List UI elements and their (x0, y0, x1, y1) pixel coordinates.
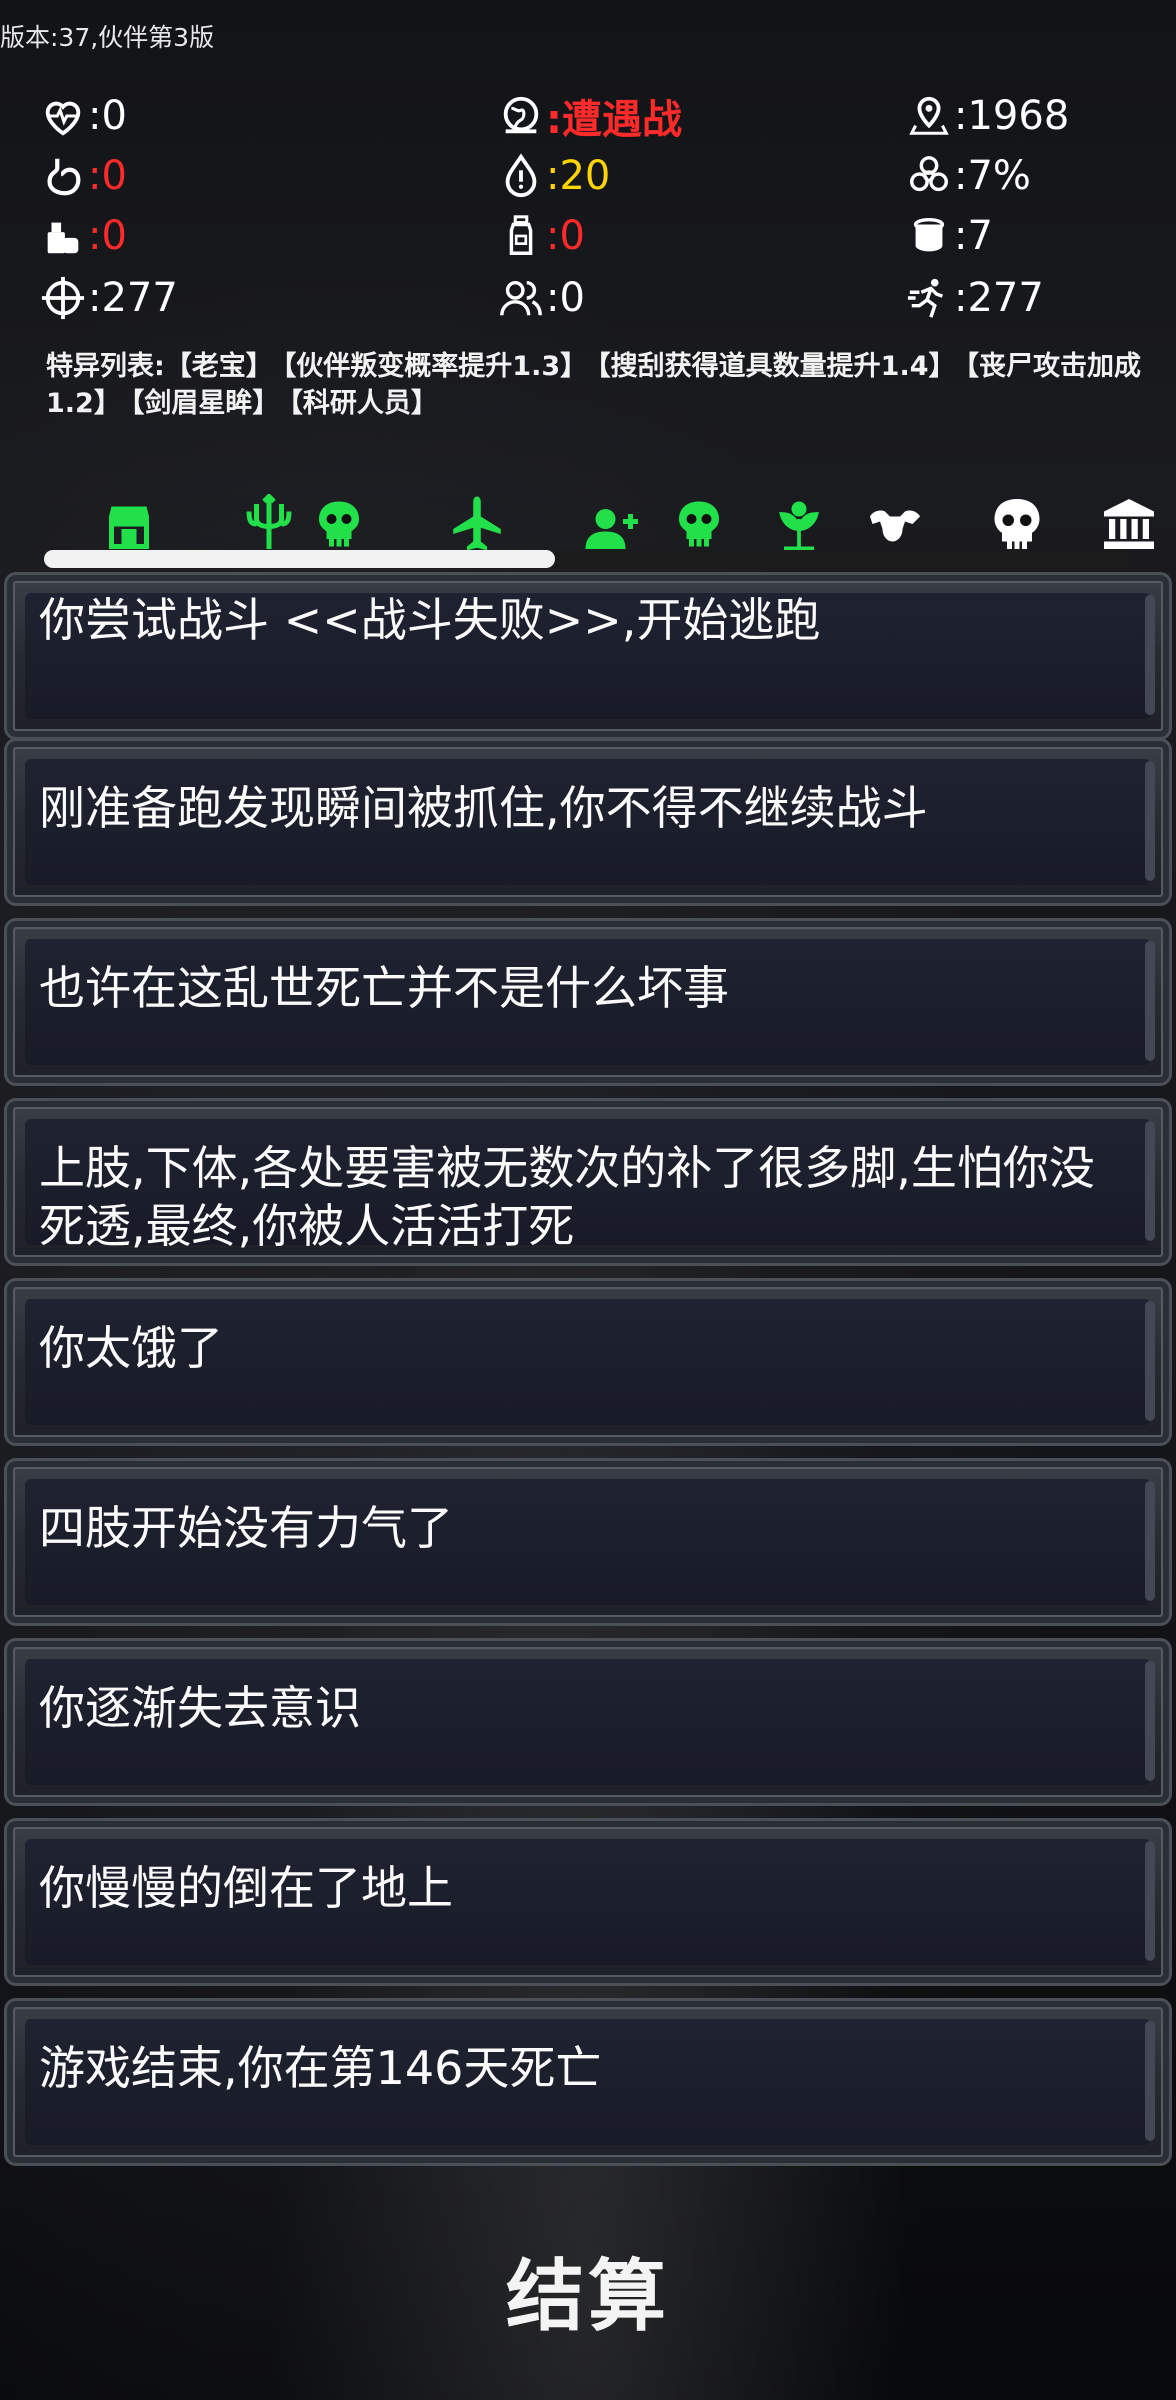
skull-icon[interactable] (984, 488, 1050, 554)
stats-panel: :0 :遭遇战 :1968 :0 :20 :7% :0 :0 :7 :277 :… (0, 90, 1176, 330)
water-value: :20 (546, 153, 611, 199)
add-user-icon[interactable] (580, 488, 646, 554)
stat-speed: :277 (906, 272, 1044, 324)
event-card: 四肢开始没有力气了 (4, 1458, 1172, 1626)
event-card: 游戏结束,你在第146天死亡 (4, 1998, 1172, 2166)
event-card: 也许在这乱世死亡并不是什么坏事 (4, 918, 1172, 1086)
heartbeat-icon (45, 101, 81, 136)
event-text: 你尝试战斗 <<战斗失败>>,开始逃跑 (39, 593, 821, 647)
hunger-value: :0 (88, 153, 127, 199)
trait-list: 特异列表:【老宝】 【伙伴叛变概率提升1.3】 【搜刮获得道具数量提升1.4】 【丧尸… (46, 348, 1146, 422)
timeline-progress-bar (44, 550, 1132, 568)
event-text: 也许在这乱世死亡并不是什么坏事 (39, 961, 729, 1015)
trait-item: 【剑眉星眸】 (130, 388, 280, 419)
stat-food: :0 (40, 210, 127, 262)
settle-button[interactable]: 结算 (0, 2234, 1176, 2346)
trait-item: 【伙伴叛变概率提升1.3】 (282, 351, 588, 382)
progress-fill (44, 550, 556, 568)
event-value: :遭遇战 (546, 97, 682, 143)
skull-icon[interactable] (666, 488, 732, 554)
event-text: 刚准备跑发现瞬间被抓住,你不得不继续战斗 (39, 781, 928, 835)
trait-list-label: 特异列表: (46, 351, 165, 382)
airplane-icon[interactable] (444, 488, 510, 554)
biohazard-icon (910, 156, 948, 192)
running-icon (907, 278, 943, 318)
event-text: 四肢开始没有力气了 (39, 1501, 453, 1555)
trait-item: 【老宝】 (164, 351, 273, 382)
crosshair-icon (41, 276, 85, 320)
stat-hunger: :0 (40, 150, 127, 202)
event-text: 你慢慢的倒在了地上 (39, 1861, 453, 1915)
stat-location: :1968 (906, 90, 1069, 142)
stat-health: :0 (40, 90, 127, 142)
stat-medicine: :0 (498, 210, 585, 262)
food-value: :0 (88, 213, 127, 259)
companions-icon (500, 280, 542, 316)
health-value: :0 (88, 93, 127, 139)
canister-icon (913, 217, 945, 252)
event-card: 你慢慢的倒在了地上 (4, 1818, 1172, 1986)
medicine-value: :0 (546, 213, 585, 259)
location-value: :1968 (954, 93, 1070, 139)
event-text: 游戏结束,你在第146天死亡 (39, 2041, 602, 2095)
event-text: 你逐渐失去意识 (39, 1681, 361, 1735)
version-text: 版本:37,伙伴第3版 (0, 23, 215, 52)
event-card: 刚准备跑发现瞬间被抓住,你不得不继续战斗 (4, 738, 1172, 906)
event-card: 你逐渐失去意识 (4, 1638, 1172, 1806)
muscle-icon[interactable] (862, 488, 928, 554)
location-pin-icon (909, 96, 949, 135)
skull-icon[interactable] (306, 488, 372, 554)
attack-value: :277 (88, 275, 178, 321)
trait-item: 【科研人员】 (289, 388, 438, 419)
stat-water: :20 (498, 150, 610, 202)
stat-event: :遭遇战 (498, 90, 682, 143)
speed-value: :277 (954, 275, 1044, 321)
event-card: 你太饿了 (4, 1278, 1172, 1446)
stomach-icon (47, 158, 81, 196)
food-supplies-icon (47, 222, 79, 254)
trident-icon[interactable] (236, 488, 302, 554)
event-card: 你尝试战斗 <<战斗失败>>,开始逃跑 (4, 572, 1172, 740)
bank-icon[interactable] (1096, 488, 1162, 554)
companions-value: :0 (546, 275, 585, 321)
event-text: 你太饿了 (39, 1321, 223, 1375)
shop-icon[interactable] (96, 488, 162, 554)
trait-item: 【搜刮获得道具数量提升1.4】 (597, 351, 956, 382)
ammo-value: :7 (954, 213, 993, 259)
event-card: 上肢,下体,各处要害被无数次的补了很多脚,生怕你没死透,最终,你被人活活打死 (4, 1098, 1172, 1266)
infection-value: :7% (954, 153, 1031, 199)
globe-icon (503, 96, 539, 134)
stat-ammo: :7 (906, 210, 993, 262)
plant-icon[interactable] (766, 488, 832, 554)
bottle-icon (509, 215, 533, 255)
stat-companions: :0 (498, 272, 585, 324)
event-text: 上肢,下体,各处要害被无数次的补了很多脚,生怕你没死透,最终,你被人活活打死 (39, 1141, 1095, 1253)
water-drop-icon (505, 153, 537, 198)
stat-infection: :7% (906, 150, 1031, 202)
stat-attack: :277 (40, 272, 178, 324)
